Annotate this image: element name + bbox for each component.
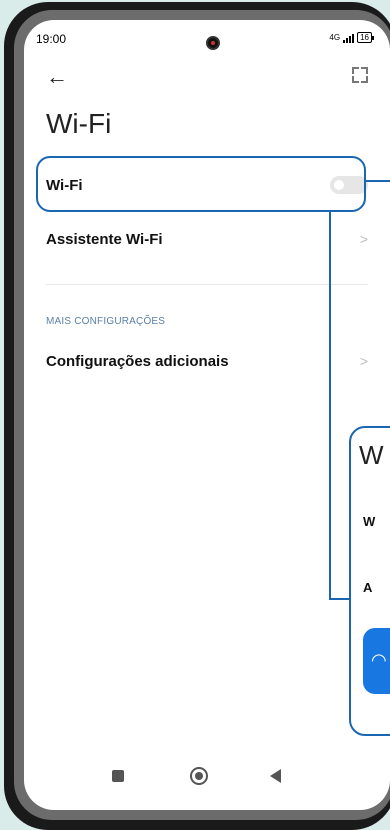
highlight-connector	[329, 212, 331, 600]
section-label: MAIS CONFIGURAÇÕES	[46, 316, 166, 327]
home-button[interactable]	[190, 767, 208, 785]
page-title: Wi-Fi	[46, 108, 112, 139]
battery-icon: 16	[357, 32, 374, 43]
status-icons: 4G 16	[329, 32, 374, 43]
front-camera	[206, 36, 220, 50]
back-button[interactable]	[270, 769, 281, 783]
signal-icon	[343, 33, 355, 43]
status-time: 19:00	[36, 32, 67, 46]
highlight-connector	[366, 180, 390, 182]
network-type: 4G	[329, 33, 341, 42]
wifi-assistant-label: Assistente Wi-Fi	[46, 230, 163, 248]
back-arrow-icon[interactable]: ←	[46, 64, 68, 90]
callout-wifi-button: ◠	[363, 628, 390, 694]
additional-settings-label: Configurações adicionais	[46, 352, 229, 370]
qr-scan-icon[interactable]	[352, 67, 368, 83]
additional-settings-row[interactable]: Configurações adicionais >	[46, 346, 368, 376]
callout-item-assistant: A	[363, 580, 373, 595]
zoom-callout: W W A ◠	[349, 426, 390, 736]
highlight-connector	[329, 598, 351, 600]
phone-screen: 19:00 4G 16 ← Wi-Fi Wi-Fi Assistente Wi-…	[24, 20, 390, 810]
wifi-assistant-row[interactable]: Assistente Wi-Fi >	[46, 224, 368, 254]
section-divider	[46, 284, 368, 285]
status-bar: 19:00 4G 16	[36, 30, 378, 50]
callout-item-wifi: W	[363, 514, 376, 529]
wifi-icon: ◠	[371, 650, 387, 670]
chevron-right-icon: >	[359, 231, 368, 247]
navigation-bar	[24, 760, 390, 790]
chevron-right-icon: >	[359, 353, 368, 369]
recent-apps-button[interactable]	[112, 770, 124, 782]
callout-title: W	[359, 440, 384, 470]
wifi-highlight-box	[36, 156, 366, 212]
